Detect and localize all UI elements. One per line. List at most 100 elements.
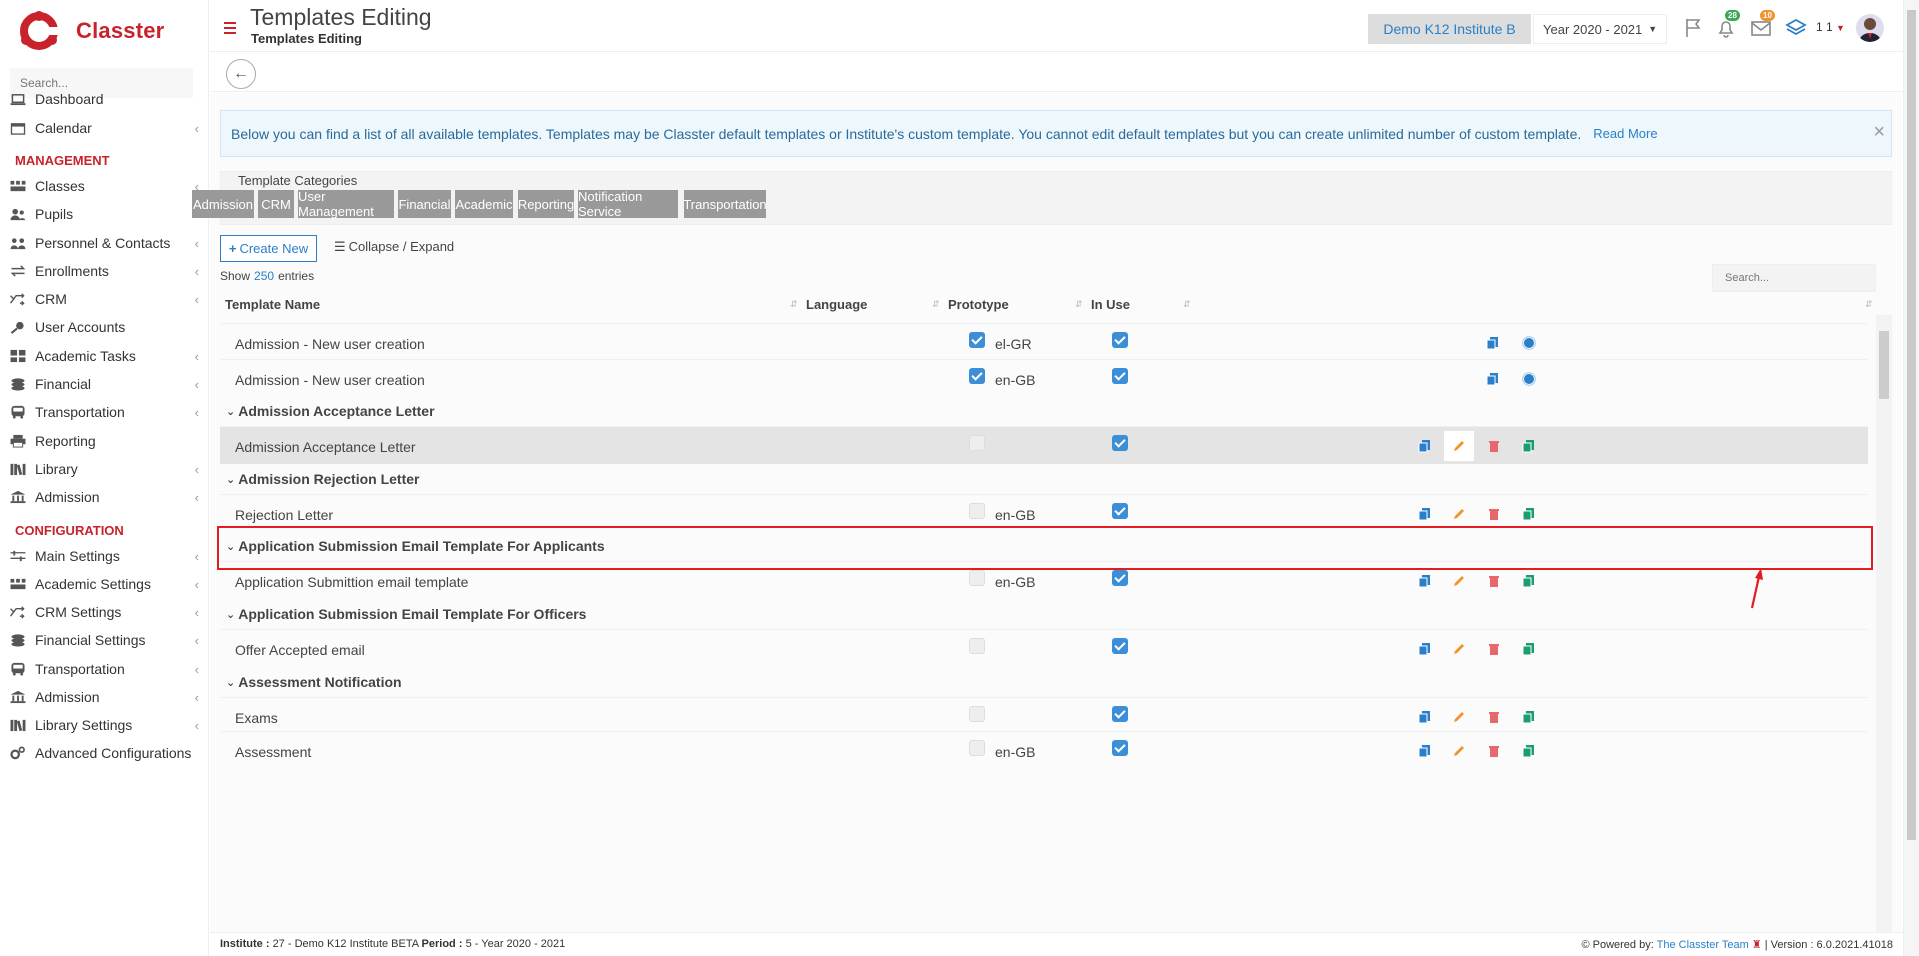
in-use-checkbox[interactable] [1112, 570, 1128, 586]
sidebar-item-enrollments[interactable]: Enrollments ‹ [0, 257, 209, 285]
duplicate-icon[interactable] [1522, 439, 1536, 453]
trash-icon[interactable] [1487, 710, 1501, 724]
entries-select[interactable]: 250 [254, 269, 274, 283]
sidebar-item-financial-settings[interactable]: Financial Settings ‹ [0, 626, 209, 654]
group-header[interactable]: ⌄ Application Submission Email Template F… [220, 600, 1868, 628]
sidebar-item-admission[interactable]: Admission ‹ [0, 683, 209, 711]
flag-icon[interactable] [1682, 16, 1706, 40]
trash-icon[interactable] [1487, 574, 1501, 588]
prototype-checkbox[interactable] [969, 368, 985, 384]
category-chip-reporting[interactable]: Reporting [518, 190, 574, 218]
sidebar-item-financial[interactable]: Financial ‹ [0, 370, 209, 398]
column-header-prototype[interactable]: Prototype [948, 297, 1009, 312]
sidebar-item-main-settings[interactable]: Main Settings ‹ [0, 542, 209, 570]
sidebar-item-library-settings[interactable]: Library Settings ‹ [0, 711, 209, 739]
in-use-checkbox[interactable] [1112, 706, 1128, 722]
copy-icon[interactable] [1418, 744, 1432, 758]
trash-icon[interactable] [1487, 507, 1501, 521]
default-dot-icon[interactable] [1522, 336, 1536, 350]
prototype-checkbox[interactable] [969, 503, 985, 519]
prototype-checkbox[interactable] [969, 435, 985, 451]
duplicate-icon[interactable] [1522, 507, 1536, 521]
edit-pencil-icon[interactable] [1452, 642, 1466, 656]
collapse-expand-button[interactable]: ☰ Collapse / Expand [334, 239, 454, 255]
category-chip-user-management[interactable]: User Management [298, 189, 394, 219]
table-scroll-thumb[interactable] [1879, 331, 1889, 399]
table-row[interactable]: Offer Accepted email [220, 629, 1868, 667]
category-chip-crm[interactable]: CRM [258, 190, 294, 218]
copy-icon[interactable] [1418, 642, 1432, 656]
sort-icon[interactable]: ⇵ [1865, 299, 1872, 310]
sidebar-item-academic-settings[interactable]: Academic Settings ‹ [0, 570, 209, 598]
in-use-checkbox[interactable] [1112, 435, 1128, 451]
in-use-checkbox[interactable] [1112, 638, 1128, 654]
table-row[interactable]: Admission - New user creation el-GR [220, 323, 1868, 361]
duplicate-icon[interactable] [1522, 642, 1536, 656]
category-chip-transportation[interactable]: Transportation [683, 190, 767, 218]
copy-icon[interactable] [1418, 439, 1432, 453]
prototype-checkbox[interactable] [969, 740, 985, 756]
sort-icon[interactable]: ⇵ [932, 299, 939, 310]
table-row[interactable]: Admission Acceptance Letter [220, 426, 1868, 464]
edit-pencil-icon[interactable] [1452, 574, 1466, 588]
sidebar-item-user-accounts[interactable]: User Accounts [0, 313, 209, 341]
prototype-checkbox[interactable] [969, 638, 985, 654]
trash-icon[interactable] [1487, 744, 1501, 758]
institute-selector[interactable]: Demo K12 Institute B [1368, 14, 1531, 44]
sidebar-item-transportation[interactable]: Transportation ‹ [0, 655, 209, 683]
user-number[interactable]: 1 1 ▼ [1816, 20, 1845, 34]
prototype-checkbox[interactable] [969, 570, 985, 586]
sidebar-item-calendar[interactable]: Calendar ‹ [0, 114, 209, 142]
close-icon[interactable]: × [1873, 121, 1885, 144]
table-row[interactable]: Admission - New user creation en-GB [220, 359, 1868, 397]
read-more-link[interactable]: Read More [1593, 126, 1657, 141]
edit-pencil-icon[interactable] [1452, 507, 1466, 521]
in-use-checkbox[interactable] [1112, 740, 1128, 756]
duplicate-icon[interactable] [1522, 574, 1536, 588]
sidebar-item-advanced-configurations[interactable]: Advanced Configurations [0, 739, 209, 767]
edit-pencil-icon[interactable] [1452, 710, 1466, 724]
sidebar-item-pupils[interactable]: Pupils ‹ [0, 200, 209, 228]
copy-icon[interactable] [1418, 574, 1432, 588]
sidebar-item-personnel-contacts[interactable]: Personnel & Contacts ‹ [0, 229, 209, 257]
default-dot-icon[interactable] [1522, 372, 1536, 386]
copy-icon[interactable] [1418, 507, 1432, 521]
messages-button[interactable]: 10 [1749, 10, 1775, 40]
copy-icon[interactable] [1418, 710, 1432, 724]
in-use-checkbox[interactable] [1112, 368, 1128, 384]
back-button[interactable]: ← [226, 59, 256, 89]
group-header[interactable]: ⌄ Assessment Notification [220, 668, 1868, 696]
table-search-input[interactable] [1712, 264, 1876, 292]
sort-icon[interactable]: ⇵ [1075, 299, 1082, 310]
prototype-checkbox[interactable] [969, 332, 985, 348]
sidebar-item-academic-tasks[interactable]: Academic Tasks ‹ [0, 342, 209, 370]
sidebar-item-crm[interactable]: CRM ‹ [0, 285, 209, 313]
sidebar-item-transportation[interactable]: Transportation ‹ [0, 398, 209, 426]
menu-toggle-icon[interactable] [224, 22, 236, 37]
in-use-checkbox[interactable] [1112, 503, 1128, 519]
column-header-language[interactable]: Language [806, 297, 867, 312]
layers-icon[interactable] [1784, 16, 1808, 40]
sidebar-item-crm-settings[interactable]: CRM Settings ‹ [0, 598, 209, 626]
trash-icon[interactable] [1487, 642, 1501, 656]
footer-team-link[interactable]: The Classter Team [1657, 939, 1749, 951]
notifications-button[interactable]: 28 [1714, 10, 1740, 40]
table-row[interactable]: Exams [220, 697, 1868, 735]
copy-icon[interactable] [1486, 336, 1500, 350]
user-avatar[interactable] [1856, 14, 1884, 42]
sidebar-item-classes[interactable]: Classes ‹ [0, 172, 209, 200]
prototype-checkbox[interactable] [969, 706, 985, 722]
edit-pencil-icon[interactable] [1452, 744, 1466, 758]
group-header[interactable]: ⌄ Admission Rejection Letter [220, 465, 1868, 493]
sidebar-item-library[interactable]: Library ‹ [0, 455, 209, 483]
table-row[interactable]: Assessment en-GB [220, 731, 1868, 769]
sidebar-item-admission[interactable]: Admission ‹ [0, 483, 209, 511]
category-chip-academic[interactable]: Academic [455, 190, 513, 218]
duplicate-icon[interactable] [1522, 710, 1536, 724]
group-header[interactable]: ⌄ Admission Acceptance Letter [220, 397, 1868, 425]
create-new-button[interactable]: + Create New [220, 235, 317, 262]
page-scroll-thumb[interactable] [1907, 10, 1916, 840]
category-chip-financial[interactable]: Financial [398, 190, 451, 218]
page-scrollbar[interactable] [1903, 0, 1919, 956]
year-selector[interactable]: Year 2020 - 2021 ▼ [1533, 14, 1667, 44]
